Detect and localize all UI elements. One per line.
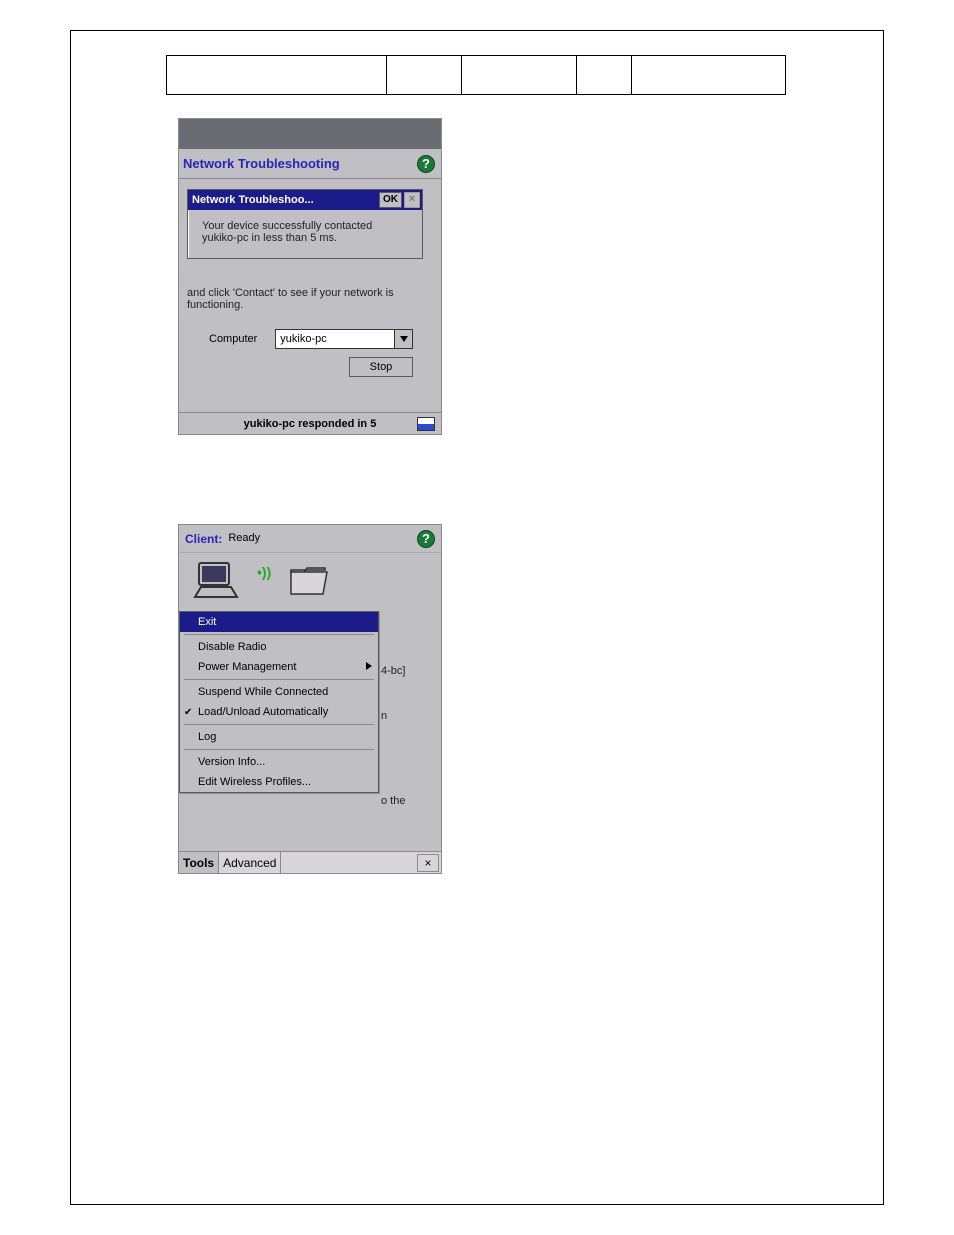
dialog-title: Network Troubleshoo... (192, 194, 379, 206)
status-text: yukiko-pc responded in 5 (244, 418, 377, 430)
menubar-advanced[interactable]: Advanced (219, 852, 281, 873)
tools-menu-popup: Exit Disable Radio Power Management Susp… (179, 611, 379, 793)
menu-label: Edit Wireless Profiles... (198, 776, 311, 788)
menu-label: Suspend While Connected (198, 686, 328, 698)
client-header: Client: Ready ? (179, 525, 441, 553)
menu-label: Load/Unload Automatically (198, 706, 328, 718)
menu-item-edit-profiles[interactable]: Edit Wireless Profiles... (180, 772, 378, 792)
menu-label: Power Management (198, 661, 296, 673)
client-label: Client: (185, 532, 222, 546)
chevron-down-icon (400, 336, 408, 342)
menu-item-power-management[interactable]: Power Management (180, 657, 378, 677)
dropdown-button[interactable] (395, 329, 413, 349)
dialog-titlebar[interactable]: Network Troubleshoo... OK × (188, 190, 422, 210)
instruction-text: and click 'Contact' to see if your netwo… (187, 287, 433, 311)
header-cell (462, 56, 577, 94)
computer-field-row: Computer (209, 329, 413, 349)
help-icon[interactable]: ? (417, 155, 435, 173)
menubar-label: Tools (183, 856, 214, 870)
menu-label: Log (198, 731, 216, 743)
dialog-body: Your device successfully contacted yukik… (188, 210, 422, 258)
menu-label: Disable Radio (198, 641, 266, 653)
menu-separator (184, 724, 374, 725)
screenshot-client-tools-menu: Client: Ready ? •)) 4-bc] n o the (178, 524, 442, 874)
laptop-icon (193, 561, 239, 604)
menu-separator (184, 634, 374, 635)
obscured-text: 4-bc] (381, 665, 405, 677)
panel-body: Network Troubleshoo... OK × Your device … (179, 179, 441, 412)
menu-separator (184, 749, 374, 750)
help-icon[interactable]: ? (417, 530, 435, 548)
close-button[interactable]: × (417, 854, 439, 872)
header-cell (167, 56, 387, 94)
menu-separator (184, 679, 374, 680)
obscured-text: o the (381, 795, 405, 807)
check-icon: ✔ (184, 707, 192, 718)
computer-input[interactable] (275, 329, 395, 349)
folder-icon (289, 564, 329, 601)
ok-button[interactable]: OK (379, 192, 402, 208)
computer-label: Computer (209, 333, 257, 345)
header-row (166, 55, 786, 95)
menubar-tools[interactable]: Tools (179, 852, 219, 873)
page: Network Troubleshooting ? Network Troubl… (0, 0, 954, 1235)
menu-item-suspend[interactable]: Suspend While Connected (180, 682, 378, 702)
header-cell (632, 56, 785, 94)
menu-label: Version Info... (198, 756, 265, 768)
stop-button[interactable]: Stop (349, 357, 413, 377)
header-cell (577, 56, 632, 94)
panel-header: Network Troubleshooting ? (179, 149, 441, 179)
computer-combo[interactable] (275, 329, 413, 349)
window-titlebar (179, 119, 441, 149)
menu-item-version-info[interactable]: Version Info... (180, 752, 378, 772)
signal-icon: •)) (257, 564, 271, 580)
icon-row: •)) (179, 553, 441, 611)
panel-title: Network Troubleshooting (183, 156, 417, 171)
menu-bar: Tools Advanced × (179, 851, 441, 873)
menu-item-exit[interactable]: Exit (180, 612, 378, 632)
monitor-icon (417, 417, 435, 431)
menu-item-log[interactable]: Log (180, 727, 378, 747)
menu-item-disable-radio[interactable]: Disable Radio (180, 637, 378, 657)
ready-label: Ready (228, 532, 417, 546)
obscured-text: n (381, 710, 387, 722)
menu-item-load-unload[interactable]: ✔ Load/Unload Automatically (180, 702, 378, 722)
dialog-network-troubleshoo: Network Troubleshoo... OK × Your device … (187, 189, 423, 259)
status-bar: yukiko-pc responded in 5 (179, 412, 441, 434)
screenshot-network-troubleshooting: Network Troubleshooting ? Network Troubl… (178, 118, 442, 435)
close-icon[interactable]: × (404, 192, 420, 208)
header-cell (387, 56, 462, 94)
menu-label: Exit (198, 616, 216, 628)
submenu-arrow-icon (366, 661, 372, 673)
menubar-label: Advanced (223, 856, 276, 870)
